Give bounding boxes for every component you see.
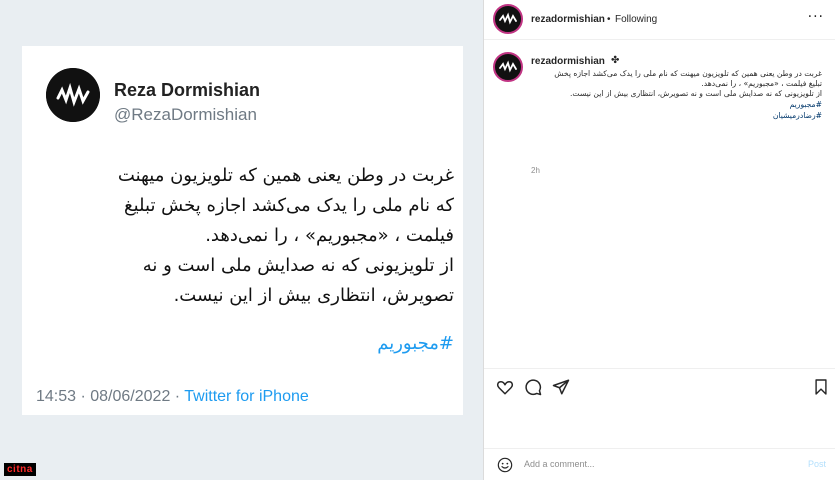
comment-icon[interactable] bbox=[524, 378, 542, 396]
header-separator: • bbox=[607, 14, 611, 25]
tweet-source: Twitter for iPhone bbox=[184, 388, 309, 405]
tweet-body: غربت در وطن یعنی همین که تلویزیون میهنت … bbox=[44, 161, 454, 311]
caption-line: از تلویزیونی که نه صدایش ملی است و نه تص… bbox=[569, 89, 822, 98]
tweet-card: Reza Dormishian @RezaDormishian غربت در … bbox=[22, 46, 463, 415]
tweet-line: غربت در وطن یعنی همین که تلویزیون میهنت bbox=[117, 165, 454, 186]
bookmark-icon[interactable] bbox=[814, 378, 828, 396]
caption-text: غربت در وطن یعنی همین که تلویزیون میهنت … bbox=[527, 69, 822, 99]
caption-line: غربت در وطن یعنی همین که تلویزیون میهنت … bbox=[554, 69, 822, 78]
citna-watermark: citna bbox=[4, 463, 36, 476]
tweet-author-handle: @RezaDormishian bbox=[114, 105, 257, 124]
tweet-author-name: Reza Dormishian bbox=[114, 80, 261, 100]
avatar-logo-icon bbox=[499, 12, 517, 25]
header-avatar[interactable] bbox=[493, 4, 523, 34]
tweet-line: که نام ملی را یدک می‌کشد اجازه پخش تبلیغ bbox=[124, 195, 454, 216]
instagram-sidebar: rezadormishian • Following ··· rezadormi… bbox=[483, 0, 835, 480]
post-header: rezadormishian • Following ··· bbox=[484, 0, 835, 40]
tweet-timestamp: 14:53 · 08/06/2022 · bbox=[36, 388, 185, 405]
avatar-logo-icon bbox=[46, 68, 100, 122]
caption-hashtag[interactable]: #مجبوریم bbox=[527, 100, 822, 109]
comment-input[interactable]: Add a comment... bbox=[524, 459, 595, 469]
tweet-hashtag: #مجبوریم bbox=[377, 333, 454, 354]
follow-status-button[interactable]: Following bbox=[615, 14, 657, 25]
more-horizontal-icon[interactable]: ··· bbox=[808, 9, 824, 25]
tweet-avatar bbox=[46, 68, 100, 122]
post-button[interactable]: Post bbox=[808, 459, 826, 469]
post-time: 2h bbox=[531, 166, 540, 175]
action-bar bbox=[484, 368, 835, 404]
tweet-line: فیلمت ، «مجبوریم» ، را نمی‌دهد. bbox=[205, 225, 454, 246]
caption-line: تبلیغ فیلمت ، «مجبوریم» ، را نمی‌دهد. bbox=[701, 79, 822, 88]
caption-avatar[interactable] bbox=[493, 52, 523, 82]
caption-hashtag[interactable]: #رضادرمیشیان bbox=[527, 111, 822, 120]
avatar-logo-icon bbox=[499, 60, 517, 73]
comment-bar: Add a comment... Post bbox=[484, 448, 835, 480]
share-icon[interactable] bbox=[552, 378, 570, 396]
tweet-meta: 14:53 · 08/06/2022 · Twitter for iPhone bbox=[36, 388, 309, 406]
caption-username[interactable]: rezadormishian bbox=[531, 56, 605, 67]
heart-icon[interactable] bbox=[496, 378, 514, 396]
header-username[interactable]: rezadormishian bbox=[531, 14, 605, 25]
tweet-line: از تلویزیونی که نه صدایش ملی است و نه bbox=[142, 255, 454, 276]
clover-icon: ✤ bbox=[611, 55, 620, 66]
emoji-icon[interactable] bbox=[497, 457, 513, 473]
tweet-line: تصویرش، انتظاری بیش از این نیست. bbox=[173, 285, 454, 306]
screenshot-panel: Reza Dormishian @RezaDormishian غربت در … bbox=[0, 0, 483, 480]
